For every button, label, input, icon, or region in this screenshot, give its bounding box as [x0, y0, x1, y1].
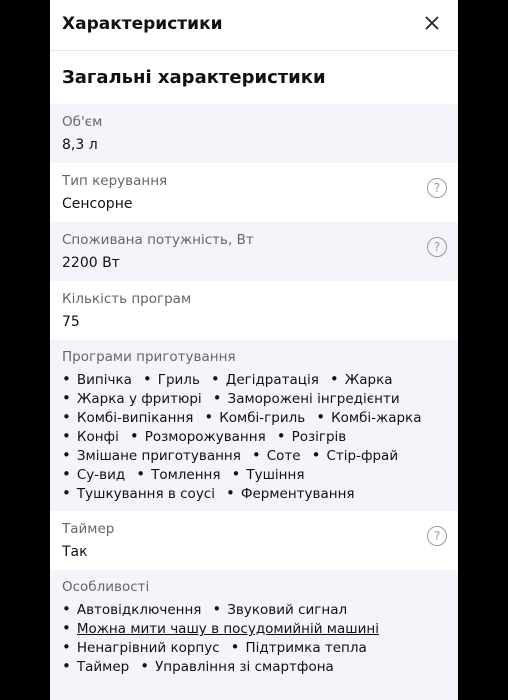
list-item: Стір-фрай	[312, 446, 399, 465]
list-item-text: Соте	[266, 448, 301, 464]
list-item-text: Су-вид	[76, 467, 126, 483]
spec-row-cooking-programs: Програми приготування Випічка Гриль Дегідр…	[50, 340, 458, 511]
list-item-text: Змішане приготування	[76, 448, 241, 464]
list-item-text: Жарка	[344, 372, 393, 388]
list-item: Су-вид	[62, 465, 125, 484]
list-item: Гриль	[143, 370, 200, 389]
list-item: Конфі	[62, 427, 119, 446]
list-item-text: Ненагрівний корпус	[76, 640, 220, 656]
list-item-text: Заморожені інгредієнти	[227, 391, 400, 407]
dishwasher-safe-link[interactable]: Можна мити чашу в посудомийній машині	[62, 619, 379, 638]
list-item-text: Томлення	[151, 467, 221, 483]
list-item: Тушкування в соусі	[62, 484, 215, 503]
list-item-text: Підтримка тепла	[245, 640, 367, 656]
spec-label: Таймер	[62, 521, 115, 537]
spec-label: Кількість програм	[62, 291, 192, 307]
list-item: Комбі-жарка	[316, 408, 421, 427]
list-item: Розморожування	[130, 427, 266, 446]
help-icon[interactable]: ?	[427, 237, 447, 257]
list-item: Таймер	[62, 657, 129, 676]
list-item-text: Звуковий сигнал	[227, 602, 348, 618]
list-item: Дегідратація	[211, 370, 319, 389]
list-item: Соте	[252, 446, 301, 465]
list-item-text: Стір-фрай	[326, 448, 399, 464]
features-list: Автовідключення Звуковий сигнал Можна мити…	[62, 600, 452, 676]
spec-label: Програми приготування	[62, 349, 236, 365]
list-item-text: Конфі	[76, 429, 119, 445]
dialog-title: Характеристики	[62, 14, 223, 34]
list-item: Звуковий сигнал	[212, 600, 347, 619]
programs-list: Випічка Гриль Дегідратація Жарка Жарка у фри…	[62, 370, 452, 503]
list-item: Тушіння	[231, 465, 304, 484]
list-item: Комбі-гриль	[204, 408, 305, 427]
specifications-dialog: Характеристики Загальні характеристики О…	[50, 0, 458, 700]
list-item-text: Комбі-жарка	[331, 410, 422, 426]
spec-value: Сенсорне	[62, 196, 133, 212]
list-item: Підтримка тепла	[231, 638, 367, 657]
spec-value: 75	[62, 314, 80, 330]
list-item-text: Гриль	[157, 372, 200, 388]
spec-value: Так	[62, 544, 88, 560]
list-item-text: Розморожування	[144, 429, 266, 445]
help-icon[interactable]: ?	[427, 526, 447, 546]
list-item: Випічка	[62, 370, 132, 389]
list-item-text: Комбі-гриль	[219, 410, 306, 426]
list-item-text: Розігрів	[291, 429, 347, 445]
list-item: Жарка	[330, 370, 393, 389]
list-item: Комбі-випікання	[62, 408, 193, 427]
spec-row-control-type: Тип керування Сенсорне ?	[50, 163, 458, 222]
list-item-text: Управління зі смартфона	[155, 659, 334, 675]
list-item-text: Дегідратація	[225, 372, 319, 388]
list-item: Розігрів	[277, 427, 347, 446]
list-item-text: Автовідключення	[76, 602, 202, 618]
section-title: Загальні характеристики	[62, 67, 326, 88]
list-item: Автовідключення	[62, 600, 202, 619]
spec-value: 8,3 л	[62, 137, 98, 153]
spec-row-volume: Об'єм 8,3 л	[50, 104, 458, 163]
spec-row-features: Особливості Автовідключення Звуковий сигн…	[50, 570, 458, 700]
spec-label: Особливості	[62, 579, 150, 595]
list-item-text: Ферментування	[240, 486, 355, 502]
spec-label: Об'єм	[62, 114, 103, 130]
list-item: Ненагрівний корпус	[62, 638, 220, 657]
list-item: Змішане приготування	[62, 446, 241, 465]
dialog-header: Характеристики	[50, 0, 458, 51]
list-item: Ферментування	[226, 484, 355, 503]
list-item: Жарка у фритюрі	[62, 389, 202, 408]
list-item-text: Випічка	[76, 372, 132, 388]
list-item-text: Тушіння	[246, 467, 305, 483]
spec-row-program-count: Кількість програм 75	[50, 281, 458, 340]
list-item: Управління зі смартфона	[140, 657, 334, 676]
spec-label: Споживана потужність, Вт	[62, 232, 254, 248]
spec-row-timer: Таймер Так ?	[50, 511, 458, 570]
list-item-text: Жарка у фритюрі	[76, 391, 202, 407]
list-item-text[interactable]: Можна мити чашу в посудомийній машині	[77, 621, 379, 637]
list-item-text: Тушкування в соусі	[76, 486, 215, 502]
list-item-text: Комбі-випікання	[76, 410, 194, 426]
list-item-text: Таймер	[76, 659, 130, 675]
spec-row-power: Споживана потужність, Вт 2200 Вт ?	[50, 222, 458, 281]
spec-label: Тип керування	[62, 173, 168, 189]
list-item: Томлення	[136, 465, 220, 484]
list-item: Заморожені інгредієнти	[213, 389, 400, 408]
help-icon[interactable]: ?	[427, 178, 447, 198]
close-icon[interactable]	[424, 15, 440, 31]
spec-value: 2200 Вт	[62, 255, 120, 271]
